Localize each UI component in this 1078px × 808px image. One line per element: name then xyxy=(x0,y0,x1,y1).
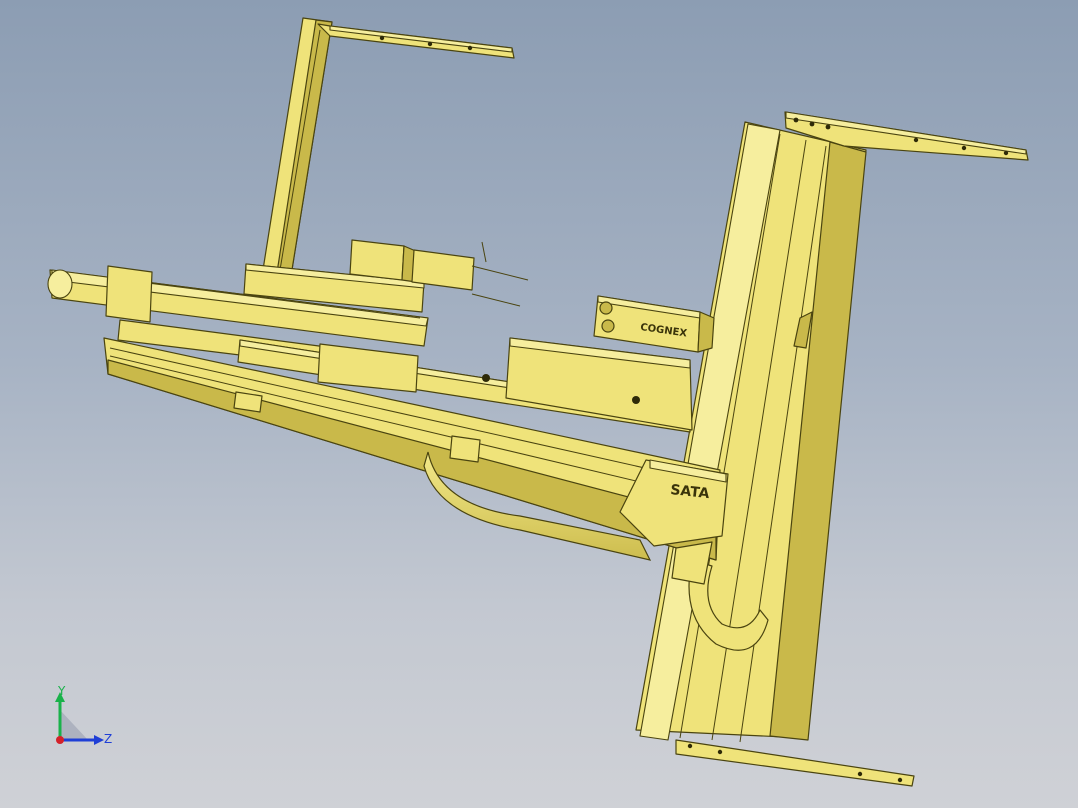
z-axis-label: Z xyxy=(104,732,113,746)
x-axis-dot xyxy=(56,736,64,744)
right-column xyxy=(635,111,1029,787)
left-mast xyxy=(261,17,515,283)
cad-viewport[interactable]: COGNEX SATA Y Z xyxy=(0,0,1078,808)
cognex-camera: COGNEX xyxy=(593,295,715,353)
coordinate-triad: Y Z xyxy=(46,684,116,754)
y-axis-label: Y xyxy=(58,684,66,698)
robot-assembly-model[interactable]: COGNEX SATA xyxy=(0,0,1078,808)
